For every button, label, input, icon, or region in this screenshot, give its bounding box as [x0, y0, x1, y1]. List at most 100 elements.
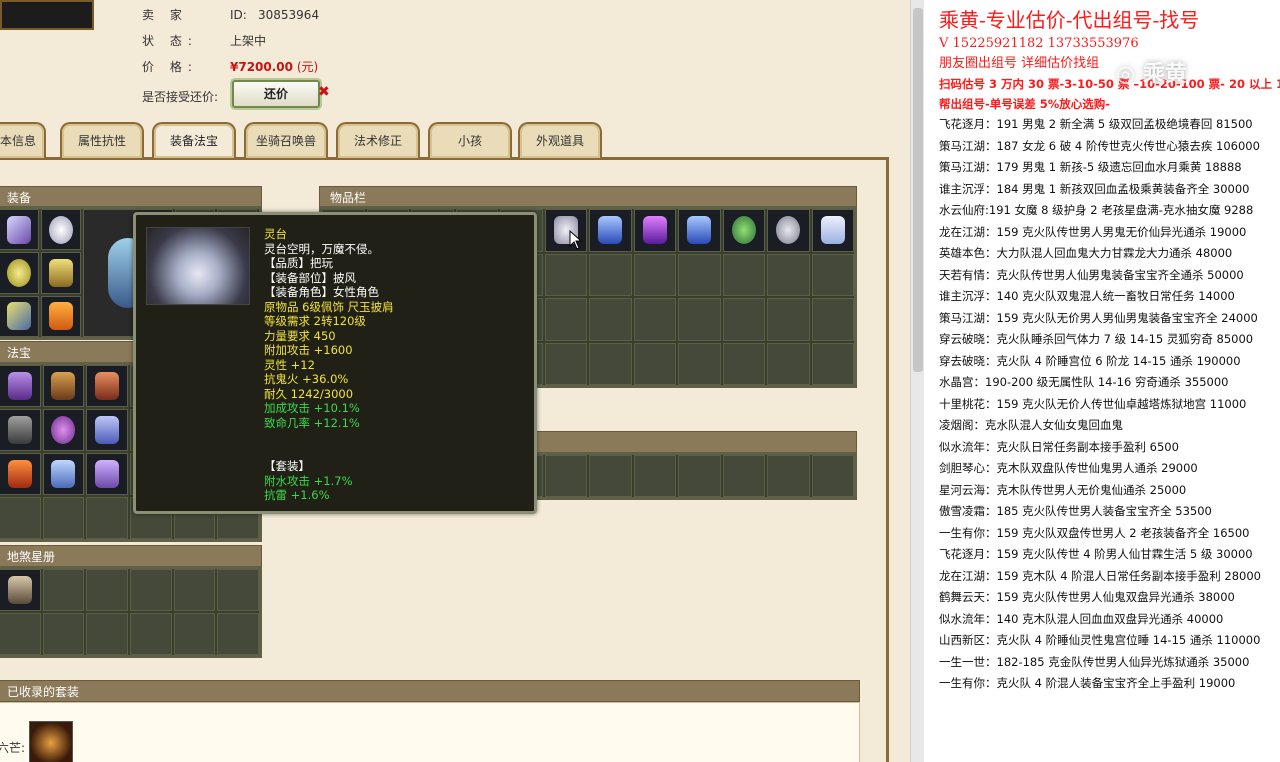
magic-slot[interactable] [42, 409, 85, 451]
bag-slot[interactable] [722, 455, 765, 497]
tab-attributes[interactable]: 属性抗性 [60, 122, 144, 158]
inventory-slot[interactable] [767, 298, 810, 341]
bag-slot[interactable] [678, 455, 721, 497]
inventory-slot[interactable] [767, 342, 810, 385]
status-row: 状 态: 上架中 [142, 32, 266, 49]
item-tooltip: 灵台 灵台空明，万魔不侵。 【品质】把玩 【装备部位】披风 【装备角色】女性角色… [133, 212, 537, 514]
bag-slot[interactable] [633, 455, 676, 497]
equip-slot[interactable] [41, 295, 81, 337]
inventory-slot[interactable] [544, 253, 587, 296]
counter-offer-button[interactable]: 还价 [232, 80, 320, 108]
item-bonus-attack: 加成攻击 +10.1% [264, 401, 360, 415]
inventory-slot[interactable] [633, 342, 676, 385]
bag-slot[interactable] [811, 455, 854, 497]
inventory-slot[interactable] [678, 298, 721, 341]
inventory-slot[interactable] [589, 209, 632, 252]
inventory-slot[interactable] [811, 253, 854, 296]
item-set-title: 【套装】 [264, 459, 310, 473]
inventory-slot[interactable] [589, 342, 632, 385]
tab-spell-mods[interactable]: 法术修正 [336, 122, 420, 158]
equip-slot[interactable] [0, 295, 39, 337]
trade-detail-pane: 卖 家 ID: 30853964 状 态: 上架中 价 格: ¥7200.00 (元) … [0, 0, 910, 762]
inventory-slot[interactable] [722, 342, 765, 385]
earth-star-slot[interactable] [42, 569, 85, 611]
magic-slot[interactable] [42, 365, 85, 407]
listing-line: 十里桃花：159 克火队无价人传世仙卓越塔炼狱地宫 11000 [939, 396, 1247, 411]
equip-slot[interactable] [41, 209, 81, 251]
magic-slot[interactable] [0, 409, 41, 451]
tab-equipment[interactable]: 装备法宝 [152, 122, 236, 158]
magic-slot[interactable] [42, 453, 85, 495]
tab-basic-info[interactable]: 本信息 [0, 122, 46, 158]
inventory-slot[interactable] [678, 253, 721, 296]
listing-line: 策马江湖：187 女龙 6 破 4 阶传世克火传世心猿去疾 106000 [939, 138, 1260, 153]
earth-star-slot[interactable] [173, 613, 216, 655]
inventory-slot[interactable] [544, 298, 587, 341]
inventory-slot[interactable] [811, 209, 854, 252]
earth-star-slot[interactable] [130, 613, 172, 655]
inventory-slot[interactable] [678, 342, 721, 385]
inventory-slot[interactable] [767, 209, 810, 252]
status-label: 状 态: [142, 34, 198, 48]
tab-mounts-pets[interactable]: 坐骑召唤兽 [244, 122, 328, 158]
listing-line: 剑胆琴心：克木队双盘队传世仙鬼男人通杀 29000 [939, 461, 1198, 475]
listing-line: 英雄本色：大力队混人回血鬼大力甘霖龙大力通杀 48000 [939, 246, 1233, 260]
listing-line: 策马江湖：179 男鬼 1 新孩-5 级遗忘回血水月乘黄 18888 [939, 160, 1242, 174]
ad-title: 乘黄-专业估价-代出组号-找号 [939, 8, 1200, 32]
earth-star-slot[interactable] [217, 569, 259, 611]
item-durability: 耐久 1242/3000 [264, 386, 354, 401]
inventory-slot[interactable] [633, 209, 676, 252]
magic-slot[interactable] [86, 497, 128, 539]
magic-slot[interactable] [42, 497, 85, 539]
inventory-slot[interactable] [722, 253, 765, 296]
item-set-bonus-1: 附水攻击 +1.7% [264, 473, 353, 488]
bag-slot[interactable] [767, 455, 810, 497]
magic-slot[interactable] [0, 497, 41, 539]
scrollbar-thumb[interactable] [913, 8, 923, 372]
listing-line: 鹤舞云天：159 克火队传世男人仙鬼双盘异光通杀 38000 [939, 590, 1235, 604]
listing-line: 水云仙府:191 女魔 8 级护身 2 老孩星盘满-克水抽女魔 9288 [939, 203, 1254, 217]
earth-star-slot[interactable] [86, 569, 128, 611]
listing-line: 一生有你：159 克火队双盘传世男人 2 老孩装备齐全 16500 [939, 525, 1250, 540]
earth-star-slot[interactable] [173, 569, 216, 611]
listing-line: 穿去破晓：克火队 4 阶睡宫位 6 阶龙 14-15 通杀 190000 [939, 353, 1241, 368]
left-scrollbar[interactable] [910, 0, 924, 762]
magic-slot[interactable] [86, 365, 128, 407]
listing-line: 龙在江湖：159 克木队 4 阶混人日常任务副本接手盈利 28000 [939, 568, 1261, 583]
inventory-slot[interactable] [811, 342, 854, 385]
close-icon[interactable]: ✖ [318, 84, 330, 100]
equip-slot[interactable] [0, 209, 39, 251]
earth-star-slot[interactable] [130, 569, 172, 611]
character-thumbnail[interactable] [0, 0, 94, 30]
bag-slot[interactable] [589, 455, 632, 497]
inventory-slot[interactable] [767, 253, 810, 296]
inventory-slot[interactable] [544, 342, 587, 385]
equip-slot[interactable] [0, 252, 39, 294]
inventory-slot[interactable] [722, 209, 765, 252]
magic-slot[interactable] [0, 453, 41, 495]
earth-star-slot[interactable] [0, 613, 41, 655]
inventory-slot[interactable] [722, 298, 765, 341]
item-power-req: 力量要求 450 [264, 328, 336, 343]
earth-star-slot[interactable] [42, 613, 85, 655]
inventory-slot[interactable] [589, 298, 632, 341]
set-item-icon[interactable] [29, 721, 73, 762]
inventory-slot[interactable] [811, 298, 854, 341]
equip-slot[interactable] [41, 252, 81, 294]
tab-appearance[interactable]: 外观道具 [518, 122, 602, 158]
earth-star-slot[interactable] [86, 613, 128, 655]
listing-line: 凌烟阁：克水队混人女仙女鬼回血鬼 [939, 418, 1123, 432]
magic-slot[interactable] [86, 453, 128, 495]
magic-slot[interactable] [86, 409, 128, 451]
inventory-slot[interactable] [589, 253, 632, 296]
bag-slot[interactable] [544, 455, 587, 497]
earth-star-slot[interactable] [217, 613, 259, 655]
magic-slot[interactable] [0, 365, 41, 407]
inventory-slot[interactable] [633, 298, 676, 341]
watermark-logo: ◎ 乘黄 [1116, 62, 1187, 87]
inventory-slot[interactable] [633, 253, 676, 296]
listing-line: 谁主沉浮：184 男鬼 1 新孩双回血孟极乘黄装备齐全 30000 [939, 181, 1250, 196]
tab-children[interactable]: 小孩 [428, 122, 512, 158]
inventory-slot[interactable] [678, 209, 721, 252]
earth-star-slot[interactable] [0, 569, 41, 611]
